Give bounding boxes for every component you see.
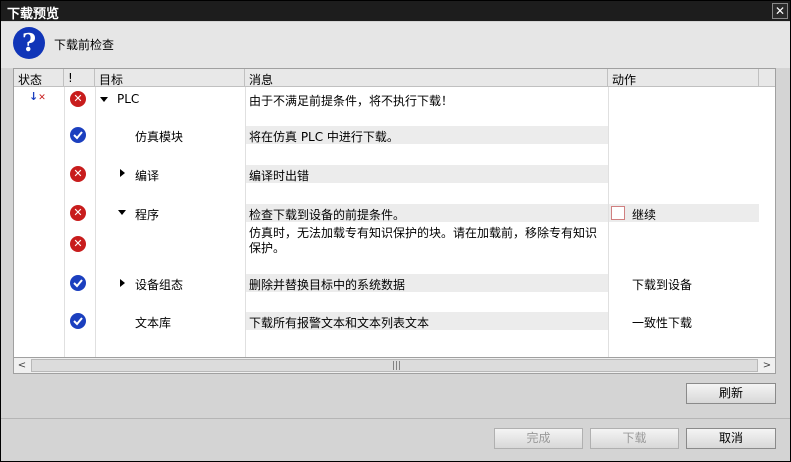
scroll-right-button[interactable]: > — [759, 358, 775, 373]
row-target: PLC — [117, 92, 140, 106]
error-icon: ✕ — [70, 166, 86, 182]
finish-button[interactable]: 完成 — [494, 428, 583, 449]
ok-check-icon — [70, 275, 86, 291]
row-message: 编译时出错 — [249, 169, 310, 183]
results-table: 状态 ! 目标 消息 动作 ↓✕ ✕ PLC 由于不满足前提条件，将不执行下载！… — [13, 68, 776, 374]
expand-arrow-icon[interactable] — [100, 97, 108, 102]
column-separator — [95, 87, 96, 357]
column-target[interactable]: 目标 — [95, 69, 245, 87]
column-message[interactable]: 消息 — [245, 69, 608, 87]
close-button[interactable]: ✕ — [772, 3, 788, 19]
header-title: 下载前检查 — [54, 38, 115, 52]
row-message: 将在仿真 PLC 中进行下载。 — [249, 130, 399, 144]
row-target: 仿真模块 — [135, 130, 184, 144]
row-target: 编译 — [135, 169, 160, 183]
row-action: 继续 — [632, 208, 657, 222]
download-status-icon: ↓✕ — [29, 90, 46, 103]
scroll-left-button[interactable]: < — [14, 358, 30, 373]
row-message: 删除并替换目标中的系统数据 — [249, 278, 406, 292]
scroll-thumb[interactable]: ||| — [31, 359, 758, 372]
window-title: 下载预览 — [7, 7, 60, 22]
help-icon: ? — [13, 27, 45, 59]
row-message-line2: 保护。 — [249, 241, 286, 255]
error-icon: ✕ — [70, 236, 86, 252]
row-message-line1: 仿真时，无法加载专有知识保护的块。请在加载前，移除专有知识 — [249, 226, 598, 240]
ok-check-icon — [70, 127, 86, 143]
row-target: 程序 — [135, 208, 160, 222]
error-icon: ✕ — [70, 205, 86, 221]
column-separator — [64, 87, 65, 357]
column-separator — [245, 87, 246, 357]
error-icon: ✕ — [70, 91, 86, 107]
horizontal-scrollbar[interactable]: < ||| > — [13, 357, 776, 374]
row-target: 设备组态 — [135, 278, 184, 292]
refresh-button[interactable]: 刷新 — [686, 383, 776, 404]
column-separator — [608, 87, 609, 357]
dialog-header: ? 下载前检查 — [1, 22, 790, 68]
column-status[interactable]: 状态 — [14, 69, 64, 87]
continue-checkbox[interactable] — [611, 206, 625, 220]
column-flag[interactable]: ! — [64, 69, 95, 87]
scroll-grip-icon: ||| — [392, 361, 402, 371]
column-filler — [759, 69, 775, 87]
ok-check-icon — [70, 313, 86, 329]
row-message: 由于不满足前提条件，将不执行下载！ — [249, 94, 454, 108]
cancel-button[interactable]: 取消 — [686, 428, 776, 449]
row-action: 下载到设备 — [632, 278, 693, 292]
row-message: 检查下载到设备的前提条件。 — [249, 208, 406, 222]
expand-arrow-icon[interactable] — [120, 169, 125, 177]
download-preview-dialog: 下载预览 ✕ ? 下载前检查 状态 ! 目标 消息 动作 ↓✕ ✕ PLC 由于… — [0, 0, 791, 462]
expand-arrow-icon[interactable] — [120, 279, 125, 287]
row-message: 下载所有报警文本和文本列表文本 — [249, 316, 430, 330]
row-action: 一致性下载 — [632, 316, 693, 330]
load-button[interactable]: 下载 — [590, 428, 679, 449]
footer-divider — [1, 418, 790, 419]
row-target: 文本库 — [135, 316, 172, 330]
title-bar: 下载预览 ✕ — [1, 1, 790, 22]
action-highlight — [608, 204, 759, 222]
column-action[interactable]: 动作 — [608, 69, 759, 87]
expand-arrow-icon[interactable] — [118, 210, 126, 215]
